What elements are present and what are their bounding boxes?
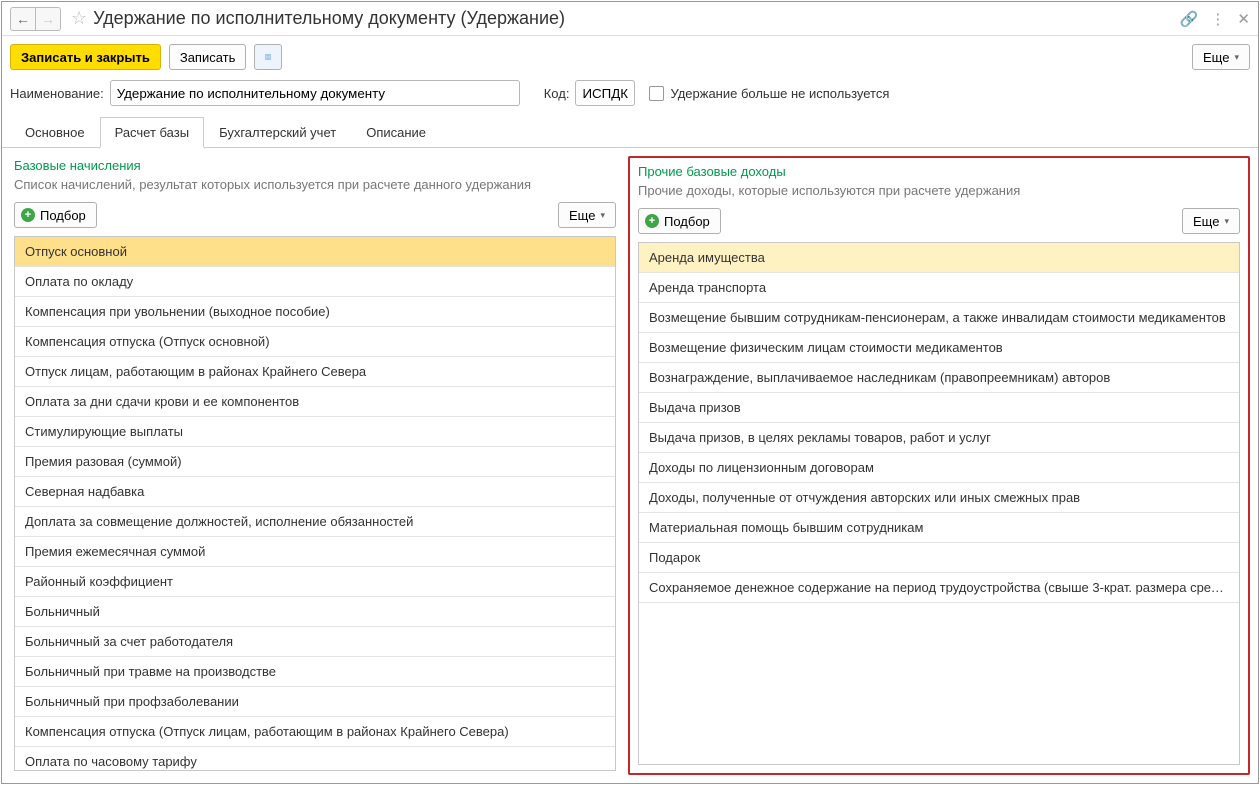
code-label: Код:: [544, 86, 570, 101]
list-item[interactable]: Вознаграждение, выплачиваемое наследника…: [639, 363, 1239, 393]
main-toolbar: Записать и закрыть Записать Еще: [2, 36, 1258, 78]
right-add-button[interactable]: + Подбор: [638, 208, 721, 234]
list-icon: [265, 50, 271, 64]
tab-main[interactable]: Основное: [10, 117, 100, 148]
left-panel-title: Базовые начисления: [10, 156, 620, 175]
list-item[interactable]: Премия ежемесячная суммой: [15, 537, 615, 567]
window-title: Удержание по исполнительному документу (…: [93, 8, 1180, 29]
left-panel: Базовые начисления Список начислений, ре…: [10, 156, 620, 775]
left-more-button[interactable]: Еще: [558, 202, 616, 228]
list-item[interactable]: Районный коэффициент: [15, 567, 615, 597]
nav-back-button[interactable]: ←: [10, 7, 36, 31]
nav-forward-button[interactable]: →: [35, 7, 61, 31]
kebab-menu-icon[interactable]: ⋮: [1210, 10, 1225, 28]
list-item[interactable]: Сохраняемое денежное содержание на перио…: [639, 573, 1239, 603]
list-item[interactable]: Аренда транспорта: [639, 273, 1239, 303]
more-button[interactable]: Еще: [1192, 44, 1250, 70]
list-item[interactable]: Аренда имущества: [639, 243, 1239, 273]
name-label: Наименование:: [10, 86, 104, 101]
tab-description[interactable]: Описание: [351, 117, 441, 148]
list-item[interactable]: Компенсация отпуска (Отпуск основной): [15, 327, 615, 357]
list-item[interactable]: Выдача призов, в целях рекламы товаров, …: [639, 423, 1239, 453]
list-item[interactable]: Отпуск основной: [15, 237, 615, 267]
form-row: Наименование: Код: Удержание больше не и…: [2, 78, 1258, 116]
left-list[interactable]: Отпуск основнойОплата по окладуКомпенсац…: [14, 236, 616, 771]
list-item[interactable]: Оплата за дни сдачи крови и ее компонент…: [15, 387, 615, 417]
main-window: ← → ☆ Удержание по исполнительному докум…: [1, 1, 1259, 784]
list-item[interactable]: Премия разовая (суммой): [15, 447, 615, 477]
list-item[interactable]: Стимулирующие выплаты: [15, 417, 615, 447]
list-item[interactable]: Оплата по окладу: [15, 267, 615, 297]
list-item[interactable]: Возмещение бывшим сотрудникам-пенсионера…: [639, 303, 1239, 333]
list-item[interactable]: Компенсация отпуска (Отпуск лицам, работ…: [15, 717, 615, 747]
list-item[interactable]: Больничный при травме на производстве: [15, 657, 615, 687]
right-panel: Прочие базовые доходы Прочие доходы, кот…: [628, 156, 1250, 775]
link-icon[interactable]: 🔗: [1180, 10, 1199, 28]
list-item[interactable]: Оплата по часовому тарифу: [15, 747, 615, 771]
list-item[interactable]: Компенсация при увольнении (выходное пос…: [15, 297, 615, 327]
list-item[interactable]: Подарок: [639, 543, 1239, 573]
save-and-close-button[interactable]: Записать и закрыть: [10, 44, 161, 70]
plus-icon: +: [21, 208, 35, 222]
tab-accounting[interactable]: Бухгалтерский учет: [204, 117, 351, 148]
content-area: Базовые начисления Список начислений, ре…: [2, 148, 1258, 783]
list-view-button[interactable]: [254, 44, 282, 70]
list-item[interactable]: Доплата за совмещение должностей, исполн…: [15, 507, 615, 537]
tabs: Основное Расчет базы Бухгалтерский учет …: [2, 116, 1258, 148]
list-item[interactable]: Больничный за счет работодателя: [15, 627, 615, 657]
right-list[interactable]: Аренда имуществаАренда транспортаВозмеще…: [638, 242, 1240, 765]
right-more-button[interactable]: Еще: [1182, 208, 1240, 234]
save-button[interactable]: Записать: [169, 44, 247, 70]
list-item[interactable]: Материальная помощь бывшим сотрудникам: [639, 513, 1239, 543]
titlebar: ← → ☆ Удержание по исполнительному докум…: [2, 2, 1258, 36]
list-item[interactable]: Больничный: [15, 597, 615, 627]
list-item[interactable]: Отпуск лицам, работающим в районах Крайн…: [15, 357, 615, 387]
plus-icon: +: [645, 214, 659, 228]
right-add-label: Подбор: [664, 214, 710, 229]
left-panel-subtitle: Список начислений, результат которых исп…: [10, 175, 620, 200]
name-input[interactable]: [110, 80, 520, 106]
favorite-star-icon[interactable]: ☆: [71, 8, 87, 29]
list-item[interactable]: Доходы, полученные от отчуждения авторск…: [639, 483, 1239, 513]
list-item[interactable]: Больничный при профзаболевании: [15, 687, 615, 717]
list-item[interactable]: Доходы по лицензионным договорам: [639, 453, 1239, 483]
close-icon[interactable]: ✕: [1237, 10, 1250, 28]
right-panel-subtitle: Прочие доходы, которые используются при …: [634, 181, 1244, 206]
not-used-label: Удержание больше не используется: [670, 86, 889, 101]
code-input[interactable]: [575, 80, 635, 106]
left-add-label: Подбор: [40, 208, 86, 223]
tab-base-calc[interactable]: Расчет базы: [100, 117, 205, 148]
not-used-checkbox[interactable]: [649, 86, 664, 101]
list-item[interactable]: Возмещение физическим лицам стоимости ме…: [639, 333, 1239, 363]
right-panel-title: Прочие базовые доходы: [634, 162, 1244, 181]
list-item[interactable]: Северная надбавка: [15, 477, 615, 507]
list-item[interactable]: Выдача призов: [639, 393, 1239, 423]
left-add-button[interactable]: + Подбор: [14, 202, 97, 228]
